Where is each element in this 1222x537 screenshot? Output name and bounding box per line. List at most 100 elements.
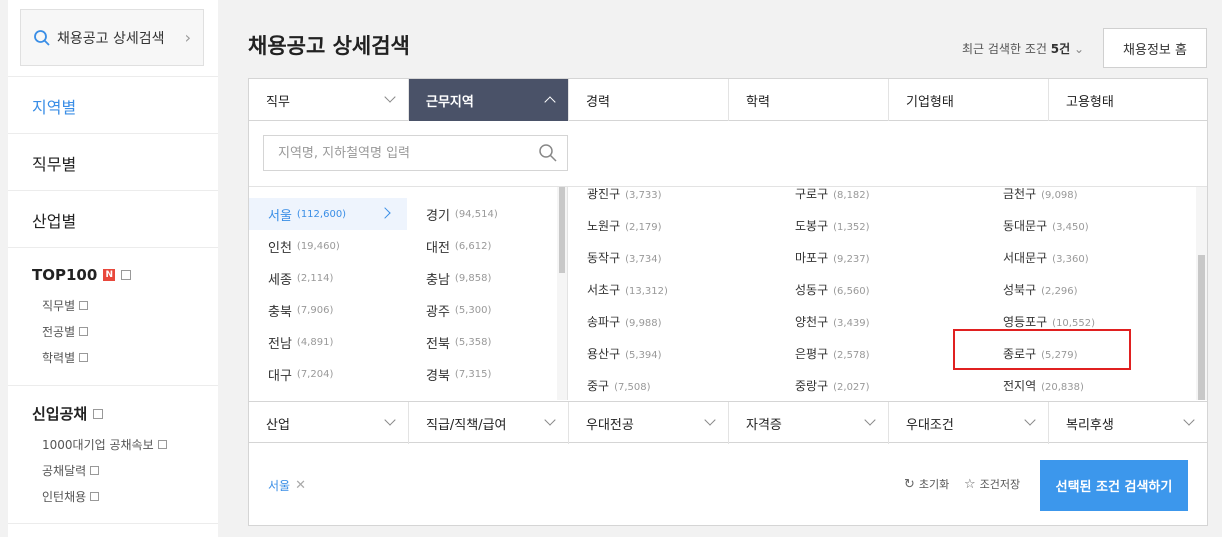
district-item[interactable]: 은평구 (2,578) (795, 345, 870, 362)
district-item[interactable]: 중구 (7,508) (587, 377, 651, 394)
city-item[interactable]: 서울 (112,600) (249, 198, 407, 230)
tab-label: 고용형태 (1066, 94, 1114, 110)
district-item[interactable]: 성동구 (6,560) (795, 281, 870, 298)
district-item[interactable]: 동작구 (3,734) (587, 249, 662, 266)
tab-bottom-2[interactable]: 우대전공 (569, 402, 729, 444)
city-item[interactable]: 충남 (9,858) (407, 262, 557, 294)
district-item[interactable]: 서대문구 (3,360) (1003, 249, 1089, 266)
district-count: (3,450) (1052, 222, 1089, 233)
city-item[interactable]: 세종 (2,114) (249, 262, 407, 294)
district-item[interactable]: 송파구 (9,988) (587, 313, 662, 330)
district-name: 중랑구 (795, 379, 829, 393)
district-item[interactable]: 종로구 (5,279) (1003, 345, 1078, 362)
tab-0[interactable]: 직무 (249, 79, 409, 121)
tab-bottom-5[interactable]: 복리후생 (1049, 402, 1207, 444)
search-icon[interactable] (538, 143, 558, 163)
newgrad-sub-calendar[interactable]: 공채달력 (42, 462, 100, 479)
city-scrollbar[interactable] (557, 187, 567, 400)
district-name: 구로구 (795, 187, 829, 201)
sidebar-item-job[interactable]: 직무별 (32, 151, 76, 175)
region-search-input[interactable] (263, 135, 568, 171)
job-home-button[interactable]: 채용정보 홈 (1103, 28, 1207, 68)
district-count: (2,179) (625, 222, 662, 233)
search-footer: 서울 ✕ ↻ 초기화 ☆ 조건저장 선택된 조건 검색하기 (249, 444, 1207, 525)
recent-label: 최근 검색한 조건 (962, 42, 1047, 56)
tab-4[interactable]: 기업형태 (889, 79, 1049, 121)
close-icon[interactable]: ✕ (295, 478, 306, 493)
top100-sub-major[interactable]: 전공별 (42, 323, 89, 340)
save-condition-button[interactable]: ☆ 조건저장 (964, 476, 1020, 492)
city-count: (7,315) (454, 368, 492, 380)
scrollbar-thumb[interactable] (559, 187, 565, 273)
save-label: 조건저장 (979, 478, 1021, 491)
district-item[interactable]: 금천구 (9,098) (1003, 187, 1078, 202)
city-item[interactable]: 경북 (7,315) (407, 358, 557, 390)
district-item[interactable]: 양천구 (3,439) (795, 313, 870, 330)
city-list-col2: 경기 (94,514) 대전 (6,612) 충남 (9,858) 광주 (5,300) 전북 (… (407, 187, 567, 400)
page-title: 채용공고 상세검색 (248, 34, 410, 58)
tab-bottom-3[interactable]: 자격증 (729, 402, 889, 444)
district-name: 금천구 (1003, 187, 1037, 201)
district-item[interactable]: 영등포구 (10,552) (1003, 313, 1095, 330)
newgrad-sub-top1000[interactable]: 1000대기업 공채속보 (42, 436, 167, 453)
detail-search-shortcut[interactable]: 채용공고 상세검색 › (20, 9, 204, 66)
chevron-down-icon (1024, 414, 1036, 426)
district-item[interactable]: 노원구 (2,179) (587, 217, 662, 234)
new-window-icon (121, 270, 132, 280)
scrollbar-thumb[interactable] (1198, 255, 1205, 400)
tab-3[interactable]: 학력 (729, 79, 889, 121)
reset-button[interactable]: ↻ 초기화 (904, 476, 949, 492)
divider (8, 133, 218, 134)
tab-label: 직급/직책/급여 (426, 417, 507, 433)
top100-title[interactable]: TOP100 N (32, 266, 132, 284)
district-item[interactable]: 성북구 (2,296) (1003, 281, 1078, 298)
sub-label: 인턴채용 (42, 490, 87, 504)
detail-search-label: 채용공고 상세검색 (57, 30, 165, 47)
district-item[interactable]: 도봉구 (1,352) (795, 217, 870, 234)
city-name: 충북 (268, 304, 292, 320)
newgrad-title[interactable]: 신입공채 (32, 403, 104, 424)
district-item[interactable]: 용산구 (5,394) (587, 345, 662, 362)
tab-5[interactable]: 고용형태 (1049, 79, 1207, 121)
tab-bottom-4[interactable]: 우대조건 (889, 402, 1049, 444)
selected-condition-chip[interactable]: 서울 ✕ (268, 477, 306, 494)
city-item[interactable]: 대구 (7,204) (249, 358, 407, 390)
reset-label: 초기화 (918, 478, 950, 491)
city-item[interactable]: 광주 (5,300) (407, 294, 557, 326)
chevron-down-icon (864, 414, 876, 426)
district-item[interactable]: 동대문구 (3,450) (1003, 217, 1089, 234)
city-item[interactable]: 전남 (4,891) (249, 326, 407, 358)
district-item[interactable]: 마포구 (9,237) (795, 249, 870, 266)
district-item[interactable]: 광진구 (3,733) (587, 187, 662, 202)
district-name: 종로구 (1003, 347, 1037, 361)
city-item[interactable]: 대전 (6,612) (407, 230, 557, 262)
city-item[interactable]: 경기 (94,514) (407, 198, 557, 230)
district-count: (3,734) (625, 254, 662, 265)
sidebar-item-industry[interactable]: 산업별 (32, 208, 76, 232)
city-item[interactable]: 전북 (5,358) (407, 326, 557, 358)
tab-1[interactable]: 근무지역 (409, 79, 569, 121)
city-count: (19,460) (296, 240, 340, 252)
newgrad-sub-intern[interactable]: 인턴채용 (42, 488, 100, 505)
top100-sub-job[interactable]: 직무별 (42, 297, 89, 314)
tab-bottom-0[interactable]: 산업 (249, 402, 409, 444)
district-item[interactable]: 구로구 (8,182) (795, 187, 870, 202)
city-item[interactable]: 충북 (7,906) (249, 294, 407, 326)
city-count: (94,514) (454, 208, 498, 220)
district-item[interactable]: 중랑구 (2,027) (795, 377, 870, 394)
district-item[interactable]: 전지역 (20,838) (1003, 377, 1084, 394)
city-item[interactable]: 인천 (19,460) (249, 230, 407, 262)
city-list-col1: 서울 (112,600) 인천 (19,460) 세종 (2,114) 충북 (7,906) 전… (249, 187, 407, 400)
tab-2[interactable]: 경력 (569, 79, 729, 121)
district-count: (9,237) (833, 254, 870, 265)
district-item[interactable]: 서초구 (13,312) (587, 281, 668, 298)
district-scrollbar[interactable] (1196, 187, 1207, 400)
sidebar-item-region[interactable]: 지역별 (32, 94, 76, 118)
district-name: 은평구 (795, 347, 829, 361)
district-count: (5,279) (1041, 350, 1078, 361)
recent-search-dropdown[interactable]: 최근 검색한 조건 5건 ⌄ (962, 40, 1084, 57)
top100-sub-education[interactable]: 학력별 (42, 349, 89, 366)
search-selected-button[interactable]: 선택된 조건 검색하기 (1040, 460, 1188, 511)
district-count: (5,394) (625, 350, 662, 361)
tab-bottom-1[interactable]: 직급/직책/급여 (409, 402, 569, 444)
